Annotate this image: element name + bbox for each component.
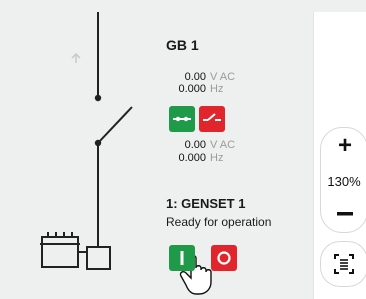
voltage-unit: V AC [210,71,236,83]
zoom-out-button[interactable] [333,204,357,224]
breaker-open-blade [97,106,133,144]
breaker-open-button[interactable] [199,106,225,132]
breaker-closed-icon [173,116,191,122]
frequency-unit: Hz [210,152,224,164]
breaker-bottom-frequency: 0.000 [178,152,206,164]
stop-icon [217,251,231,265]
zoom-in-button[interactable]: + [333,132,357,159]
start-icon [180,251,184,265]
breaker-open-icon [203,113,221,121]
genset-stop-button[interactable] [211,245,237,271]
breaker-top-voltage-row: 0.00 V AC [166,71,236,83]
breaker-top-voltage: 0.00 [184,71,206,83]
arrow-up-icon [71,52,81,63]
breaker-title: GB 1 [166,37,199,53]
fit-to-screen-icon [334,254,354,274]
breaker-top-frequency: 0.000 [178,83,206,95]
zoom-level: 130% [327,174,361,189]
minus-icon [337,212,353,216]
genset-start-button[interactable] [169,245,195,271]
breaker-close-button[interactable] [169,106,195,132]
breaker-top-frequency-row: 0.000 Hz [166,83,223,95]
genset-icon [40,232,111,270]
breaker-bottom-voltage: 0.00 [184,139,206,151]
breaker-top-terminal [94,94,102,102]
breaker-bottom-frequency-row: 0.000 Hz [166,152,223,164]
fit-to-screen-button[interactable] [320,241,366,287]
frequency-unit: Hz [210,83,224,95]
breaker-bottom-voltage-row: 0.00 V AC [166,139,236,151]
genset-status: Ready for operation [166,215,272,229]
genset-title: 1: GENSET 1 [166,196,246,211]
single-line-diagram-canvas[interactable]: GB 1 0.00 V AC 0.000 Hz 0.00 V AC 0.000 Hz 1… [0,0,366,299]
voltage-unit: V AC [210,139,236,151]
